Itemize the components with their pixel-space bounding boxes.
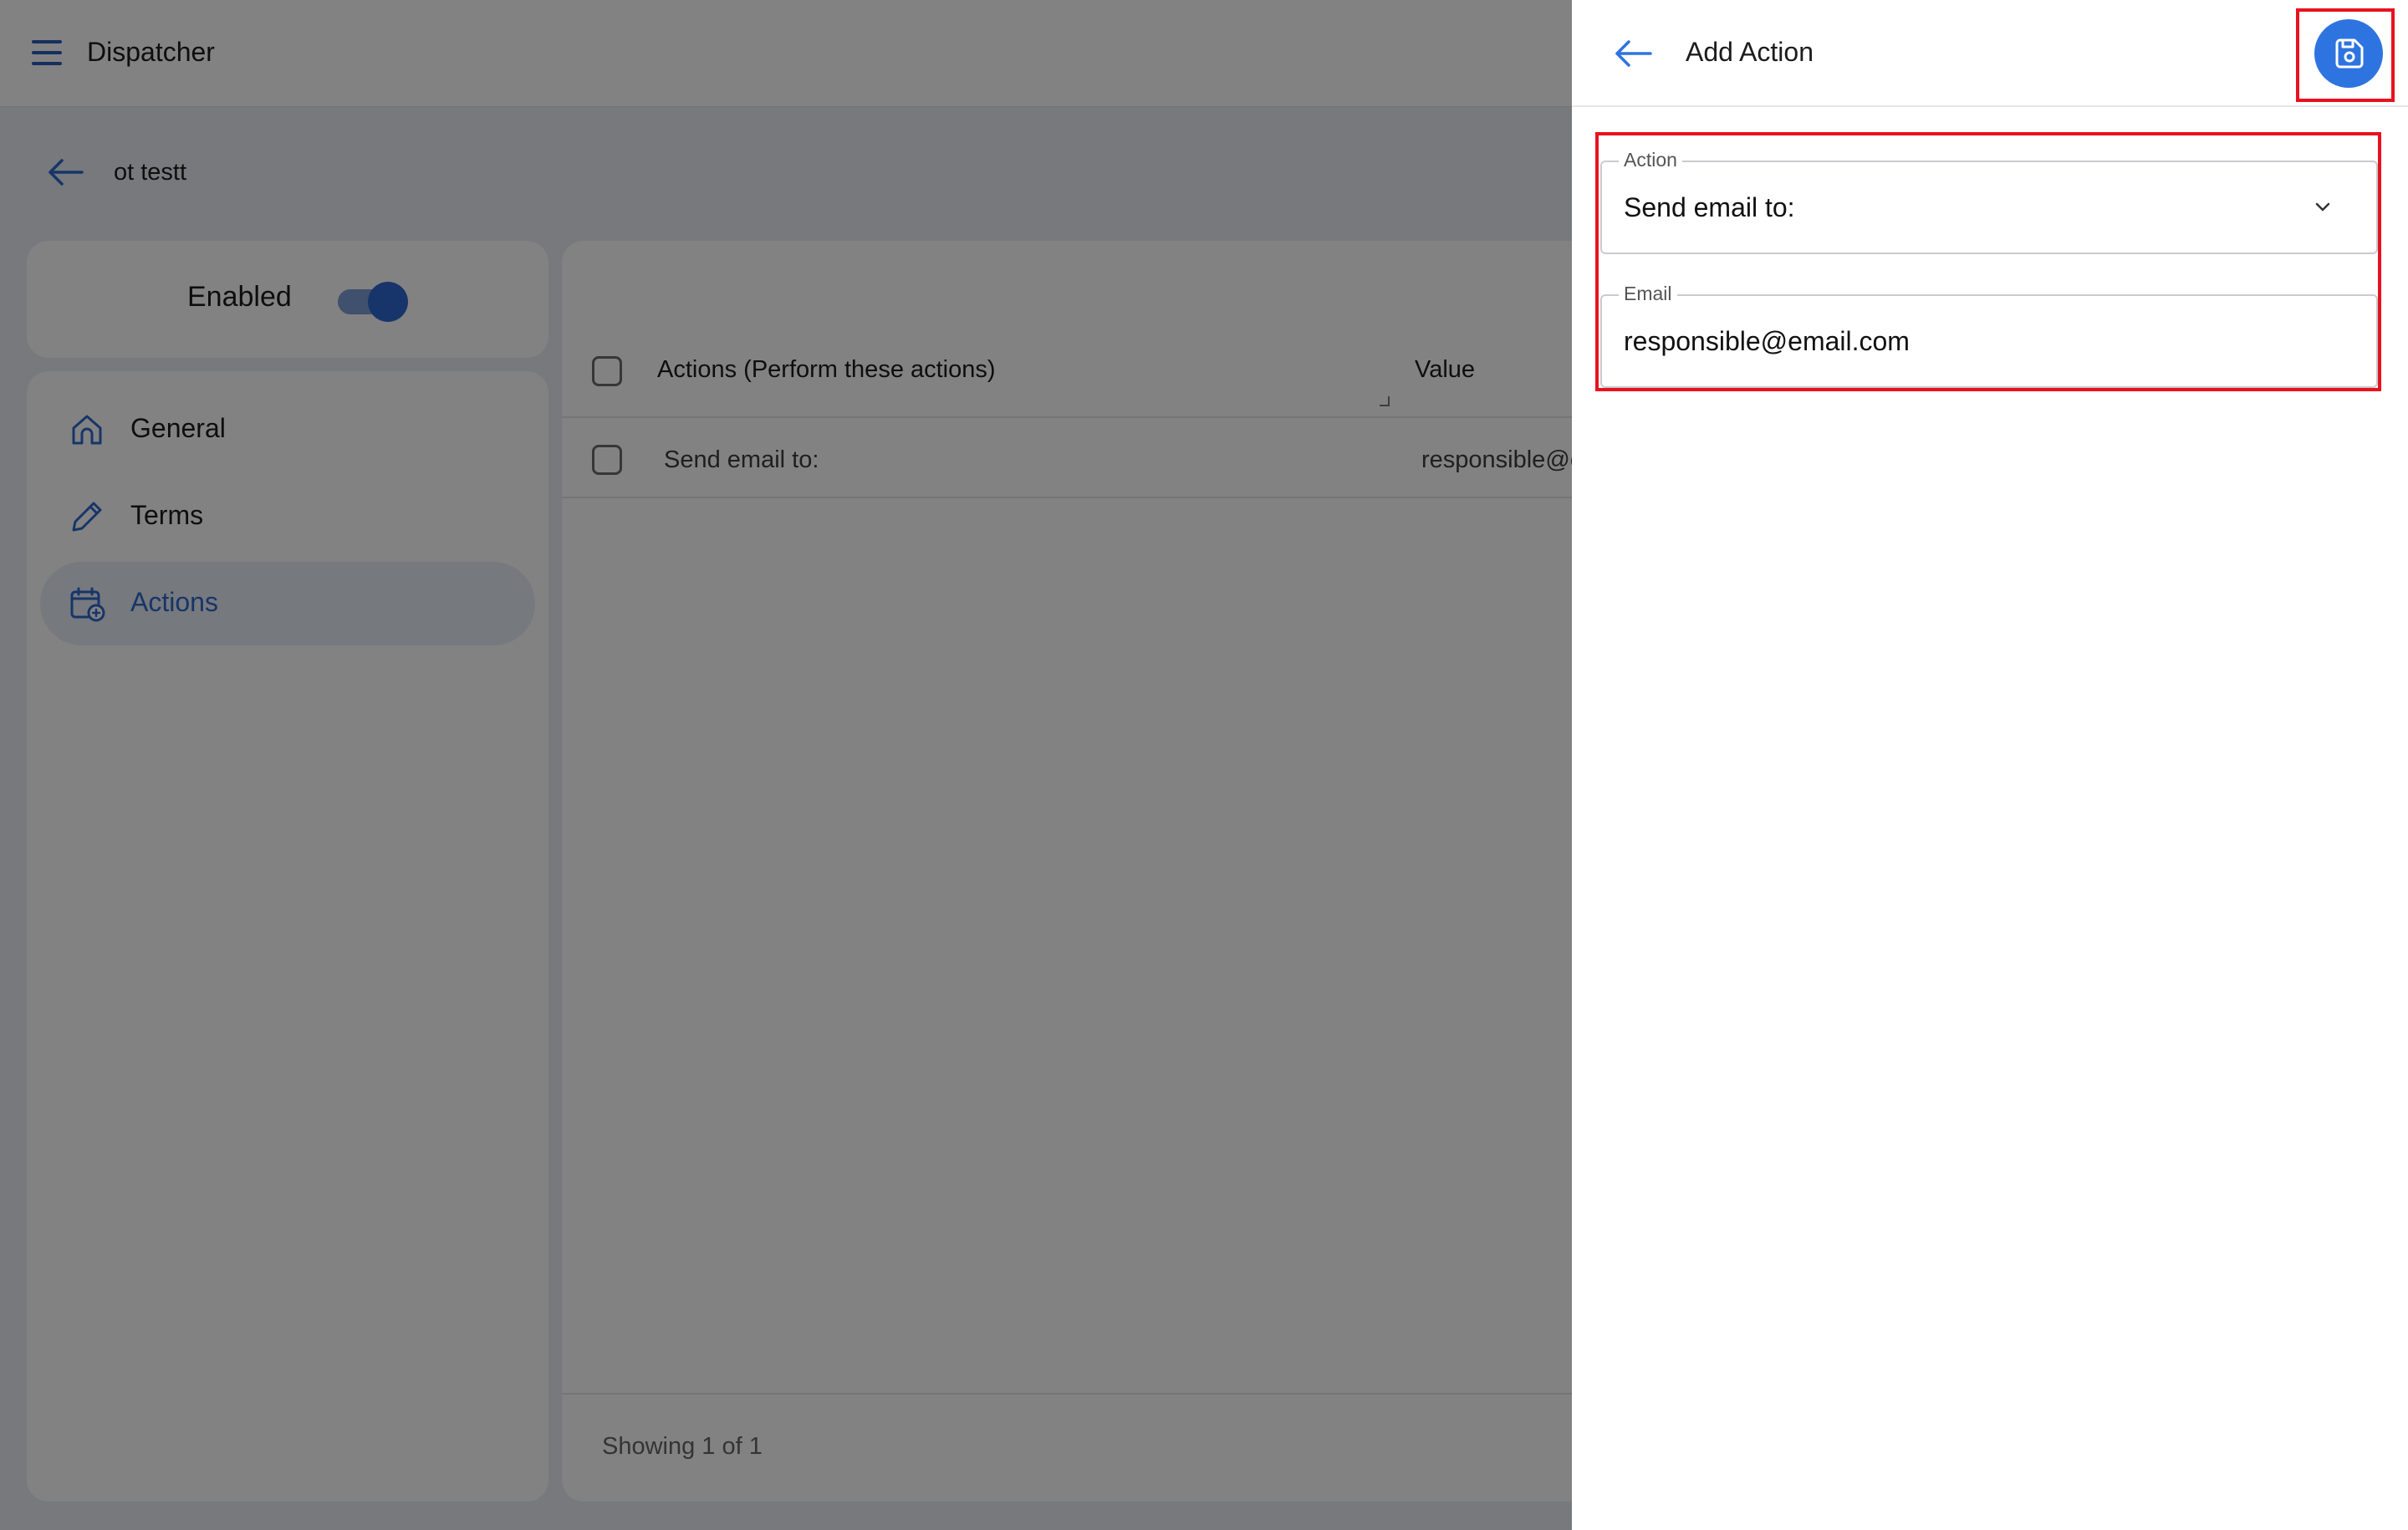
- add-action-panel: Add Action Action Send email to: Email r…: [1572, 0, 2408, 1530]
- fields-highlight: [1595, 132, 2381, 391]
- panel-title: Add Action: [1686, 37, 1814, 67]
- panel-header: Add Action: [1572, 0, 2408, 107]
- save-button-highlight: [2296, 8, 2395, 102]
- back-arrow-icon[interactable]: [1614, 37, 1652, 70]
